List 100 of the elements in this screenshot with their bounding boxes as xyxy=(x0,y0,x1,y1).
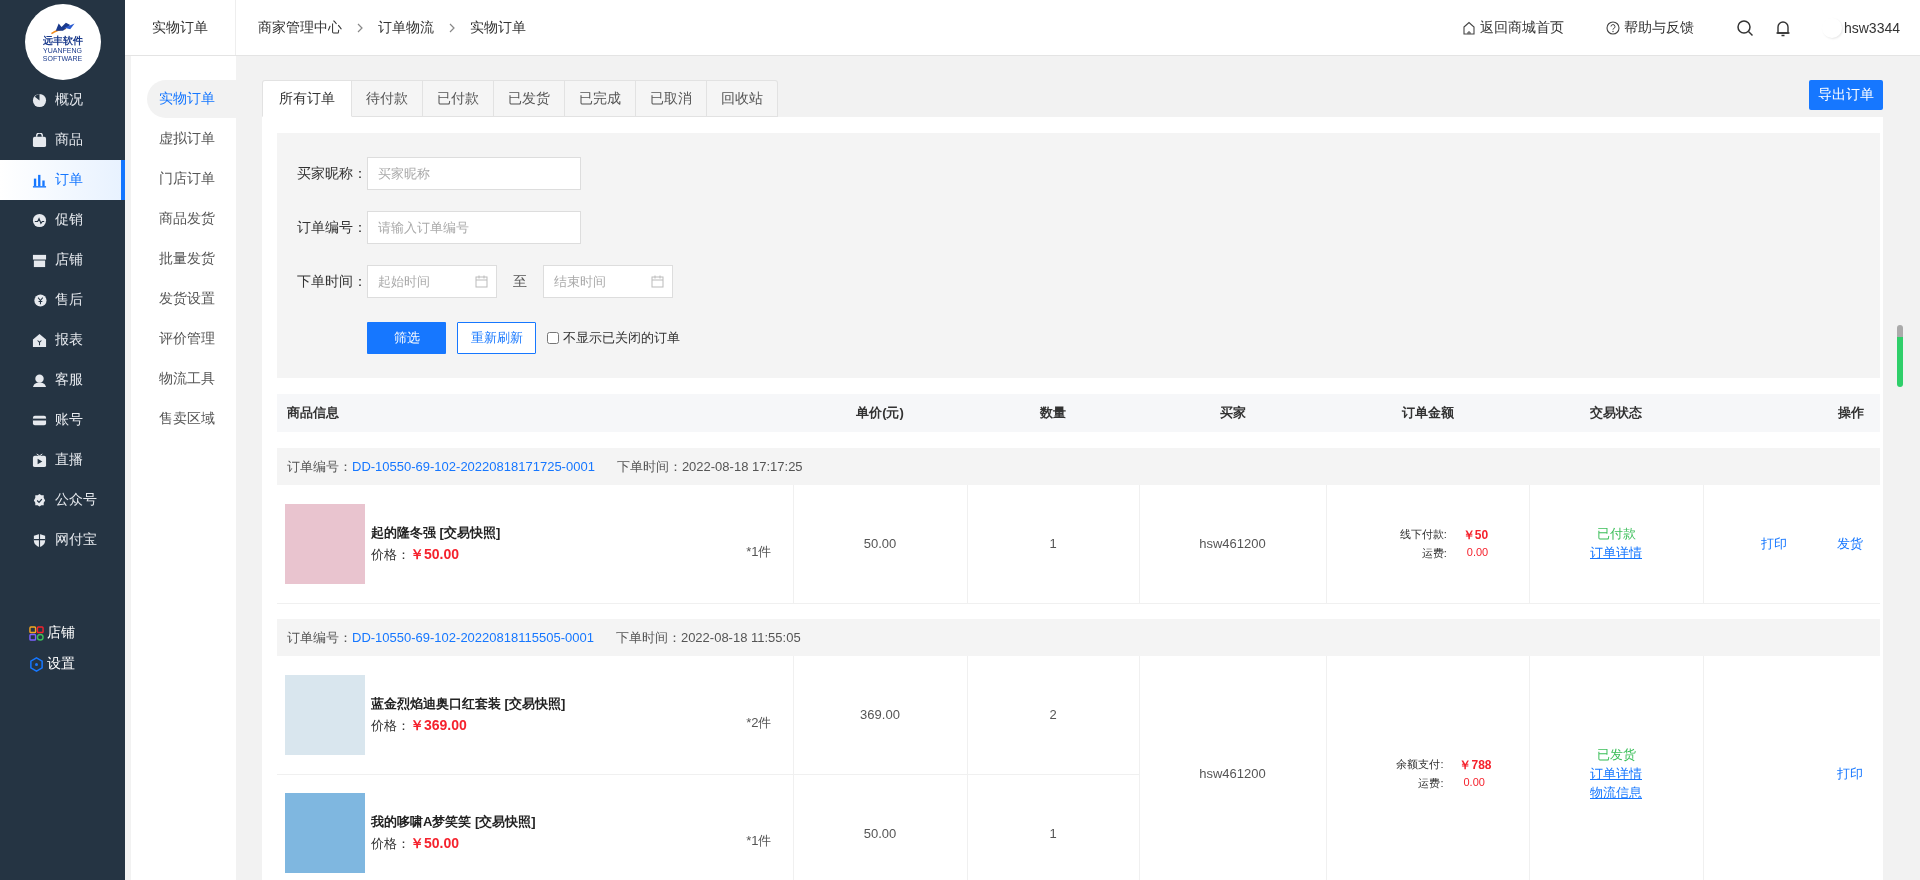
buyer-cell: hsw461200 xyxy=(1139,485,1326,603)
freight-amount: 0.00 xyxy=(1465,545,1489,560)
tab[interactable]: 已付款 xyxy=(423,80,494,117)
sub-nav-item[interactable]: 物流工具 xyxy=(147,360,236,398)
column-header: 订单金额 xyxy=(1326,394,1529,432)
action-link[interactable]: 打印 xyxy=(1761,534,1787,553)
item-count: *1件 xyxy=(745,832,773,850)
nav-item[interactable]: 网付宝 xyxy=(0,520,125,560)
tab[interactable]: 已发货 xyxy=(494,80,565,117)
start-date-field[interactable]: 起始时间 xyxy=(367,265,497,298)
sub-nav-item[interactable]: 虚拟订单 xyxy=(147,120,236,158)
header-link[interactable]: 帮助与反馈 xyxy=(1605,18,1694,37)
end-date-field[interactable]: 结束时间 xyxy=(543,265,673,298)
nav-footer-label: 设置 xyxy=(47,655,75,673)
item-count: *2件 xyxy=(745,713,773,732)
sub-nav-item[interactable]: 门店订单 xyxy=(147,160,236,198)
header-link[interactable]: 返回商城首页 xyxy=(1461,18,1564,37)
freight-label: 运费: xyxy=(1420,545,1447,561)
nav-item[interactable]: 订单 xyxy=(0,160,125,200)
breadcrumb-link[interactable]: 商家管理中心 xyxy=(258,18,342,37)
sub-nav-item[interactable]: 实物订单 xyxy=(147,80,236,118)
header-link-label: 返回商城首页 xyxy=(1479,18,1564,37)
unit-price-cell: 369.00 xyxy=(793,656,967,774)
tab[interactable]: 已完成 xyxy=(565,80,636,117)
freight-label: 运费: xyxy=(1417,775,1444,791)
freight-amount: 0.00 xyxy=(1462,775,1486,790)
product-price: 价格：￥369.00 xyxy=(371,716,468,735)
sub-nav-item[interactable]: 评价管理 xyxy=(147,320,236,358)
nav-label: 直播 xyxy=(55,451,83,469)
tab[interactable]: 所有订单 xyxy=(262,80,352,117)
nav-item[interactable]: 店铺 xyxy=(0,240,125,280)
column-header: 单价(元) xyxy=(793,394,967,432)
status-link[interactable]: 物流信息 xyxy=(1590,783,1642,802)
nav-footer-label: 店铺 xyxy=(47,624,75,642)
order-number-label: 订单编号： xyxy=(287,629,352,645)
column-header: 操作 xyxy=(1703,394,1880,432)
payment-label: 余额支付: xyxy=(1395,756,1444,772)
column-header: 商品信息 xyxy=(277,394,793,432)
tab[interactable]: 回收站 xyxy=(707,80,778,117)
sub-nav-item[interactable]: 批量发货 xyxy=(147,240,236,278)
action-link[interactable]: 打印 xyxy=(1837,764,1863,783)
nav-item[interactable]: 售后 xyxy=(0,280,125,320)
product-price: 价格：￥50.00 xyxy=(371,835,461,853)
checkbox-label: 不显示已关闭的订单 xyxy=(563,329,680,347)
buyer-name-field[interactable]: 买家昵称 xyxy=(367,157,581,190)
nav-label: 网付宝 xyxy=(55,531,97,549)
status-link[interactable]: 订单详情 xyxy=(1590,544,1642,563)
nav-label: 报表 xyxy=(55,331,83,349)
nav-label: 促销 xyxy=(55,211,83,229)
tab[interactable]: 已取消 xyxy=(636,80,707,117)
buyer-cell: hsw461200 xyxy=(1139,656,1326,880)
filter-button[interactable]: 筛选 xyxy=(367,322,446,354)
column-header: 交易状态 xyxy=(1529,394,1703,432)
breadcrumb-link[interactable]: 实物订单 xyxy=(470,18,526,37)
nav-label: 账号 xyxy=(55,411,83,429)
logo-text: 远丰软件 xyxy=(42,34,83,47)
payment-amount: ￥50 xyxy=(1462,526,1489,544)
nav-item[interactable]: 客服 xyxy=(0,360,125,400)
nav-item[interactable]: 促销 xyxy=(0,200,125,240)
range-separator: 至 xyxy=(513,272,527,291)
product-name-link[interactable]: 起的隆冬强 [交易快照] xyxy=(371,523,716,542)
order-number-link[interactable]: DD-10550-69-102-20220818115505-0001 xyxy=(352,629,594,645)
order-status: 已付款 xyxy=(1596,525,1636,544)
export-button[interactable]: 导出订单 xyxy=(1809,80,1883,110)
order-number-link[interactable]: DD-10550-69-102-20220818171725-0001 xyxy=(352,458,595,474)
nav-item[interactable]: 概况 xyxy=(0,80,125,120)
nav-item[interactable]: 报表 xyxy=(0,320,125,360)
status-link[interactable]: 订单详情 xyxy=(1590,764,1642,783)
nav-label: 公众号 xyxy=(55,491,97,509)
refresh-button[interactable]: 重新刷新 xyxy=(457,322,536,354)
unit-price-cell: 50.00 xyxy=(793,485,967,603)
nav-item[interactable]: 商品 xyxy=(0,120,125,160)
order-time: 下单时间：2022-08-18 11:55:05 xyxy=(615,629,801,645)
payment-label: 线下付款: xyxy=(1398,526,1447,542)
tab[interactable]: 待付款 xyxy=(352,80,423,117)
unit-price-cell: 50.00 xyxy=(793,774,967,880)
field-label: 买家昵称： xyxy=(296,164,367,183)
item-count: *1件 xyxy=(745,542,773,561)
nav-label: 售后 xyxy=(55,291,83,309)
action-link[interactable]: 发货 xyxy=(1837,534,1863,553)
sub-nav-item[interactable]: 发货设置 xyxy=(147,280,236,318)
product-name-link[interactable]: 我的哆啸A梦笑笑 [交易快照] xyxy=(371,813,716,831)
nav-label: 店铺 xyxy=(55,251,83,269)
sub-nav-item[interactable]: 售卖区域 xyxy=(147,400,236,438)
nav-item[interactable]: 直播 xyxy=(0,440,125,480)
column-header: 数量 xyxy=(967,394,1139,432)
breadcrumb-link[interactable]: 订单物流 xyxy=(378,18,434,37)
quantity-cell: 2 xyxy=(967,656,1139,774)
field-label: 下单时间： xyxy=(296,272,367,291)
sub-nav-item[interactable]: 商品发货 xyxy=(147,200,236,238)
product-name-link[interactable]: 蓝金烈焰迪奥口红套装 [交易快照] xyxy=(371,694,716,713)
order-status: 已发货 xyxy=(1596,745,1636,764)
nav-footer-item[interactable]: 店铺 xyxy=(0,622,125,644)
order-time: 下单时间：2022-08-18 17:17:25 xyxy=(616,458,803,474)
nav-label: 概况 xyxy=(55,91,83,109)
user-name[interactable]: hsw3344 xyxy=(1843,19,1900,36)
nav-item[interactable]: 账号 xyxy=(0,400,125,440)
nav-item[interactable]: 公众号 xyxy=(0,480,125,520)
order-number-field[interactable]: 请输入订单编号 xyxy=(367,211,581,244)
nav-footer-item[interactable]: 设置 xyxy=(0,653,125,675)
